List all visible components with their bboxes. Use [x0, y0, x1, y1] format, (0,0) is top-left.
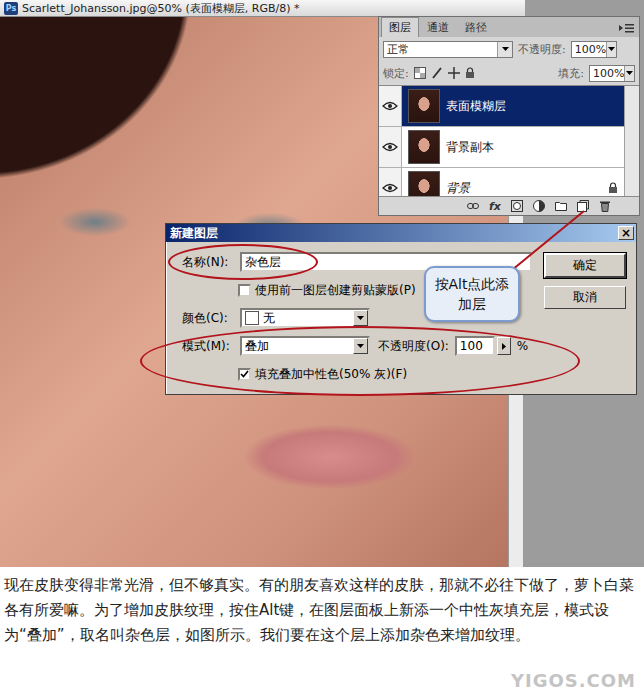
eye-icon[interactable] — [382, 183, 398, 193]
document-title-bar: Ps Scarlett_Johansson.jpg@50% (表面模糊层, RGB… — [0, 0, 525, 17]
fill-field[interactable]: 100% — [589, 65, 635, 82]
clip-checkbox[interactable]: 使用前一图层创建剪贴蒙版(P) — [238, 282, 416, 299]
new-layer-dialog: 新建图层×名称(N):杂色层使用前一图层创建剪贴蒙版(P)颜色(C):无模式(M… — [165, 223, 637, 395]
dropdown-arrow-icon — [608, 47, 615, 51]
layer-thumbnail — [408, 130, 440, 164]
opacity-input[interactable]: 100 — [455, 336, 495, 356]
photoshop-logo-icon: Ps — [4, 2, 18, 15]
dialog-button[interactable]: 取消 — [544, 286, 626, 309]
eye-icon[interactable] — [382, 142, 398, 152]
layer-name: 背景 — [446, 180, 602, 197]
dropdown-arrow-icon — [357, 344, 364, 348]
layer-mask-icon[interactable] — [511, 200, 523, 212]
workspace-background — [525, 0, 644, 17]
dialog-title: 新建图层 — [170, 225, 218, 242]
fill-row: 填充叠加中性色(50% 灰)(F) — [182, 363, 532, 385]
checkbox-box[interactable] — [238, 284, 251, 297]
highlight-ellipse — [168, 244, 318, 280]
visibility-cell[interactable] — [379, 86, 402, 126]
dialog-title-bar: 新建图层 × — [166, 224, 636, 242]
name-label: 名称(N): — [182, 254, 234, 271]
watermark: YIGOS.COM — [511, 668, 636, 693]
blend-row: 正常不透明度: 100% — [379, 37, 639, 61]
fill-checkbox[interactable]: 填充叠加中性色(50% 灰)(F) — [238, 366, 407, 383]
lock-position-icon[interactable] — [448, 67, 460, 79]
lock-all-icon — [465, 67, 475, 79]
mode-row: 模式(M): 叠加不透明度(O): 100% — [182, 335, 532, 357]
color-select[interactable]: 无 — [240, 308, 370, 328]
layer-row[interactable]: 背景 — [379, 168, 624, 197]
pointer-line-icon — [0, 0, 644, 567]
dropdown-arrow-icon — [502, 47, 509, 51]
layer-name: 背景副本 — [446, 139, 618, 156]
trash-icon[interactable] — [599, 200, 611, 212]
panel-tab[interactable]: 通道 — [419, 17, 457, 37]
document-title: Scarlett_Johansson.jpg@50% (表面模糊层, RGB/8… — [22, 1, 300, 16]
opacity-label: 不透明度(O): — [378, 338, 449, 355]
link-icon[interactable] — [467, 201, 479, 211]
title-row: Ps Scarlett_Johansson.jpg@50% (表面模糊层, RGB… — [0, 0, 644, 17]
adjustment-layer-icon[interactable] — [533, 200, 545, 212]
layer-name: 表面模糊层 — [446, 98, 618, 115]
mode-label: 模式(M): — [182, 338, 234, 355]
panel-tab[interactable]: 图层 — [381, 17, 419, 37]
color-label: 颜色(C): — [182, 310, 234, 327]
panel-tabs: 图层通道路径 — [379, 17, 639, 37]
dropdown-arrow-icon — [626, 71, 633, 75]
lock-row: 锁定: 填充: 100% — [379, 61, 639, 85]
opacity-spin-button[interactable] — [497, 337, 511, 355]
layers-panel: 图层通道路径正常不透明度: 100% 锁定: 填充: 100% 表面模糊层背景副本背景 fx — [378, 16, 640, 216]
group-folder-icon[interactable] — [555, 201, 567, 211]
layers-bottom-bar: fx — [379, 197, 639, 215]
panel-menu-icon[interactable] — [619, 22, 635, 34]
slider-arrow-icon — [502, 343, 506, 350]
dialog-body: 名称(N):杂色层使用前一图层创建剪贴蒙版(P)颜色(C):无模式(M):叠加不… — [166, 242, 636, 394]
checkmark-icon — [240, 370, 249, 378]
caption-text: 现在皮肤变得非常光滑，但不够真实。有的朋友喜欢这样的皮肤，那就不必往下做了，萝卜… — [0, 567, 644, 697]
visibility-cell[interactable] — [379, 127, 402, 167]
close-button[interactable]: × — [618, 226, 634, 240]
color-swatch — [245, 311, 259, 325]
lock-options — [414, 67, 554, 79]
photoshop-workspace: Ps Scarlett_Johansson.jpg@50% (表面模糊层, RGB… — [0, 0, 644, 567]
layer-list: 表面模糊层背景副本背景 — [379, 85, 639, 197]
dialog-buttons: 确定取消 — [544, 251, 626, 385]
page: Ps Scarlett_Johansson.jpg@50% (表面模糊层, RGB… — [0, 0, 644, 697]
opacity-label: 不透明度: — [518, 42, 566, 57]
new-layer-icon[interactable] — [577, 200, 589, 212]
layer-row[interactable]: 背景副本 — [379, 127, 624, 168]
fill-label: 填充: — [558, 66, 584, 81]
highlight-ellipse — [140, 326, 580, 396]
eye-icon[interactable] — [382, 101, 398, 111]
dialog-button[interactable]: 确定 — [544, 253, 626, 278]
lock-transparency-icon[interactable] — [414, 67, 426, 79]
panel-tab[interactable]: 路径 — [457, 17, 495, 37]
opacity-field[interactable]: 100% — [571, 41, 617, 58]
lock-pixels-icon[interactable] — [431, 67, 443, 79]
layer-style-button[interactable]: fx — [489, 200, 501, 213]
blend-mode-select[interactable]: 正常 — [383, 41, 513, 58]
lock-label: 锁定: — [383, 66, 409, 81]
visibility-cell[interactable] — [379, 168, 402, 197]
opacity-unit: % — [517, 339, 528, 353]
mode-select[interactable]: 叠加 — [240, 336, 370, 356]
dropdown-arrow-icon — [357, 316, 364, 320]
layer-row[interactable]: 表面模糊层 — [379, 86, 624, 127]
layer-thumbnail — [408, 89, 440, 123]
layer-lock-icon — [608, 182, 618, 194]
layer-list-scrollbar[interactable] — [624, 86, 639, 196]
callout-bubble: 按Alt点此添加层 — [424, 266, 520, 322]
layer-thumbnail — [408, 171, 440, 197]
checkbox-box[interactable] — [238, 368, 251, 381]
